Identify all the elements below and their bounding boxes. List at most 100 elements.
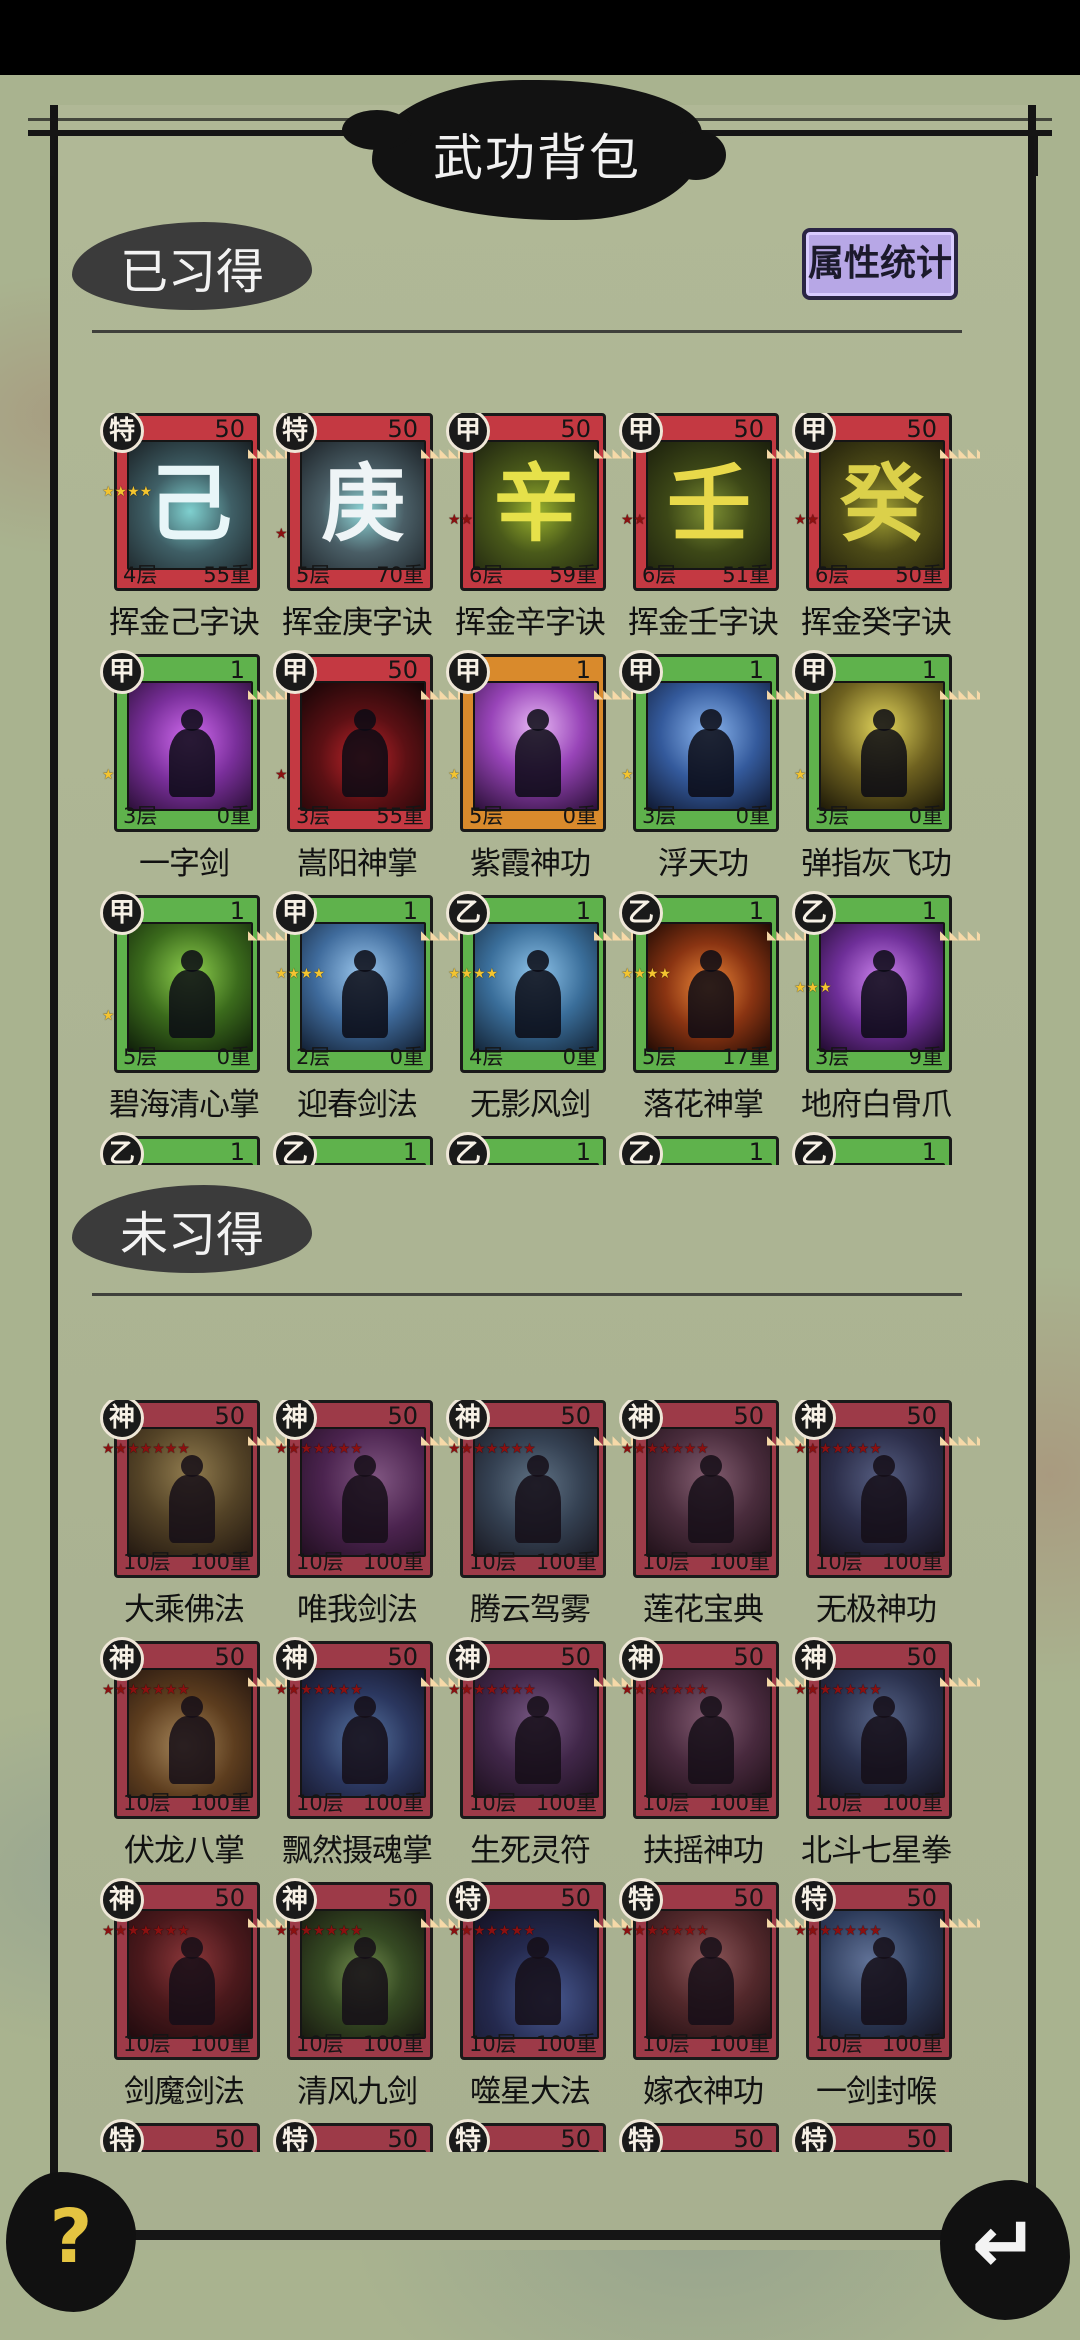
skill-card[interactable]: 壬 50 ◣◣◣◣◣◣ 6层 51重甲 ★★ 挥金壬字诀 bbox=[619, 413, 822, 650]
return-arrow-icon[interactable]: ↵ bbox=[940, 2180, 1070, 2320]
locked-skill-card[interactable]: 50◣◣◣◣◣◣特★★★★★★★ bbox=[273, 2119, 435, 2152]
silhouette-icon bbox=[515, 970, 561, 1038]
skill-level: 1 bbox=[229, 1138, 245, 1165]
skill-card[interactable]: 1◣◣◣◣◣◣ 3层 9重 乙 ★★★ 地府白骨爪 bbox=[792, 891, 980, 1132]
chevron-decoration-icon: ◣◣◣◣◣◣ bbox=[940, 1433, 980, 1447]
skill-name: 碧海清心掌 bbox=[109, 1087, 260, 1123]
locked-skill-card[interactable]: 50◣◣◣◣◣◣10层100重神★★★★★★★唯我剑法 bbox=[273, 1400, 476, 1637]
chevron-decoration-icon: ◣◣◣◣◣◣ bbox=[940, 928, 980, 942]
locked-skill-card[interactable]: 50◣◣◣◣◣◣ 10层 100重 神 ★★★★★★★ 伏龙八掌 bbox=[100, 1637, 303, 1878]
skill-level: 1 bbox=[229, 897, 245, 925]
grade-badge: 乙 bbox=[792, 891, 836, 935]
skill-card[interactable]: 癸50◣◣◣◣◣◣6层50重甲★★挥金癸字诀 bbox=[792, 413, 980, 650]
skill-name: 弹指灰飞功 bbox=[801, 846, 952, 882]
skill-card[interactable]: 1 ◣◣◣◣◣◣ 5层 0重 甲 ★ 碧海清心掌 bbox=[100, 891, 303, 1132]
skill-card[interactable]: 1◣◣◣◣◣◣乙 bbox=[100, 1132, 262, 1165]
locked-skill-card[interactable]: 50◣◣◣◣◣◣ 10层 100重 神 ★★★★★★★ 扶摇神功 bbox=[619, 1637, 822, 1878]
locked-skill-card[interactable]: 50◣◣◣◣◣◣10层100重神★★★★★★★腾云驾雾 bbox=[446, 1400, 649, 1637]
grade-badge: 神 bbox=[273, 1637, 317, 1681]
skill-card[interactable]: 1◣◣◣◣◣◣乙 bbox=[273, 1132, 435, 1165]
locked-skill-card[interactable]: 50◣◣◣◣◣◣ 10层 100重 神 ★★★★★★★ 剑魔剑法 bbox=[100, 1878, 303, 2119]
skill-weight: 0重 bbox=[908, 804, 943, 828]
locked-skill-card[interactable]: 50◣◣◣◣◣◣特★★★★★★★ bbox=[100, 2119, 262, 2152]
chevron-decoration-icon: ◣◣◣◣◣◣ bbox=[594, 1674, 650, 1688]
chevron-decoration-icon: ◣◣◣◣◣◣ bbox=[248, 446, 304, 460]
skill-art bbox=[473, 681, 599, 811]
skill-card[interactable]: 1◣◣◣◣◣◣ 5层 17重 乙 ★★★★ 落花神掌 bbox=[619, 891, 822, 1132]
grade-badge: 特 bbox=[446, 1878, 490, 1922]
skill-name: 扶摇神功 bbox=[643, 1833, 764, 1869]
skill-name: 噬星大法 bbox=[470, 2074, 591, 2110]
page-title: 武功背包 bbox=[433, 129, 641, 187]
grade-badge: 甲 bbox=[792, 650, 836, 694]
skill-card[interactable]: 1◣◣◣◣◣◣乙 bbox=[792, 1132, 954, 1165]
skill-weight: 9重 bbox=[908, 1045, 943, 1069]
skill-card[interactable]: 1 ◣◣◣◣◣◣ 3层 0重 甲 ★ 浮天功 bbox=[619, 650, 822, 891]
skill-name: 唯我剑法 bbox=[297, 1592, 418, 1628]
skill-weight: 0重 bbox=[562, 804, 597, 828]
locked-skill-card[interactable]: 50◣◣◣◣◣◣ 10层 100重 神 ★★★★★★★ 飘然摄魂掌 bbox=[273, 1637, 477, 1878]
skill-weight: 100重 bbox=[708, 2032, 770, 2056]
skill-glyph: 庚 bbox=[320, 455, 405, 553]
silhouette-icon bbox=[354, 950, 376, 972]
grade-badge: 甲 bbox=[100, 650, 144, 694]
skill-weight: 100重 bbox=[881, 1550, 943, 1574]
skill-name: 挥金庚字诀 bbox=[282, 605, 433, 641]
skill-level: 50 bbox=[387, 656, 418, 684]
locked-skill-card[interactable]: 50◣◣◣◣◣◣10层100重神★★★★★★★无极神功 bbox=[792, 1400, 980, 1637]
locked-skill-card[interactable]: 50◣◣◣◣◣◣特★★★★★★★ bbox=[446, 2119, 608, 2152]
skill-level: 50 bbox=[387, 1643, 418, 1671]
silhouette-icon bbox=[342, 729, 388, 797]
chevron-decoration-icon: ◣◣◣◣◣◣ bbox=[421, 1674, 477, 1688]
star-rating-icon: ★★★★ bbox=[621, 967, 671, 981]
learned-skills-grid[interactable]: 己50◣◣◣◣◣◣4层55重特★★★★挥金己字诀庚50◣◣◣◣◣◣5层70重特★… bbox=[100, 413, 980, 1165]
attribute-stats-button[interactable]: 属性统计 bbox=[802, 228, 958, 300]
skill-weight: 0重 bbox=[216, 804, 251, 828]
skill-card[interactable]: 己50◣◣◣◣◣◣4层55重特★★★★挥金己字诀 bbox=[100, 413, 304, 650]
chevron-decoration-icon: ◣◣◣◣◣◣ bbox=[767, 1915, 823, 1929]
skill-card[interactable]: 1 ◣◣◣◣◣◣ 3层 0重 甲 ★ 一字剑 bbox=[100, 650, 303, 891]
skill-card[interactable]: 1◣◣◣◣◣◣乙 bbox=[446, 1132, 608, 1165]
skill-weight: 0重 bbox=[389, 1045, 424, 1069]
skill-card[interactable]: 辛 50 ◣◣◣◣◣◣ 6层 59重甲 ★★ 挥金辛字诀 bbox=[446, 413, 649, 650]
skill-card[interactable]: 1◣◣◣◣◣◣乙 bbox=[619, 1132, 781, 1165]
unlearned-skills-grid[interactable]: 50◣◣◣◣◣◣10层100重神★★★★★★★大乘佛法50◣◣◣◣◣◣10层10… bbox=[100, 1400, 980, 2152]
skill-card[interactable]: 庚 50 ◣◣◣◣◣◣ 5层 70重特 ★ 挥金庚字诀 bbox=[273, 413, 477, 650]
skill-level: 1 bbox=[921, 1138, 937, 1165]
star-rating-icon: ★★★★★★★ bbox=[794, 1442, 882, 1456]
silhouette-icon bbox=[861, 729, 907, 797]
locked-skill-card[interactable]: 50◣◣◣◣◣◣特★★★★★★★ bbox=[619, 2119, 781, 2152]
grade-badge: 神 bbox=[446, 1637, 490, 1681]
star-rating-icon: ★★★★★★★ bbox=[102, 1924, 190, 1938]
locked-skill-card[interactable]: 50◣◣◣◣◣◣10层100重神★★★★★★★大乘佛法 bbox=[100, 1400, 303, 1637]
skill-weight: 100重 bbox=[535, 1550, 597, 1574]
chevron-decoration-icon: ◣◣◣◣◣◣ bbox=[767, 1433, 823, 1447]
silhouette-icon bbox=[873, 950, 895, 972]
grade-badge: 神 bbox=[619, 1637, 663, 1681]
locked-skill-card[interactable]: 50◣◣◣◣◣◣ 10层 100重 特 ★★★★★★★ 一剑封喉 bbox=[792, 1878, 980, 2119]
silhouette-icon bbox=[873, 709, 895, 731]
skill-card[interactable]: 1◣◣◣◣◣◣ 2层 0重 甲 ★★★★ 迎春剑法 bbox=[273, 891, 476, 1132]
locked-skill-card[interactable]: 50◣◣◣◣◣◣ 10层 100重 特 ★★★★★★★ 嫁衣神功 bbox=[619, 1878, 823, 2119]
unlearned-divider bbox=[92, 1293, 962, 1296]
locked-skill-card[interactable]: 50◣◣◣◣◣◣ 10层 100重 神 ★★★★★★★ 生死灵符 bbox=[446, 1637, 650, 1878]
skill-level: 1 bbox=[575, 897, 591, 925]
skill-art bbox=[646, 922, 772, 1052]
skill-name: 生死灵符 bbox=[470, 1833, 591, 1869]
skill-art bbox=[646, 681, 772, 811]
skill-weight: 100重 bbox=[708, 1550, 770, 1574]
locked-skill-card[interactable]: 50◣◣◣◣◣◣ 10层 100重 特 ★★★★★★★ 噬星大法 bbox=[446, 1878, 649, 2119]
locked-skill-card[interactable]: 50◣◣◣◣◣◣10层100重神★★★★★★★莲花宝典 bbox=[619, 1400, 823, 1637]
locked-skill-card[interactable]: 50◣◣◣◣◣◣ 10层 100重 神 ★★★★★★★ 北斗七星拳 bbox=[792, 1637, 980, 1878]
skill-card[interactable]: 50 ◣◣◣◣◣◣ 3层 55重 甲 ★ 嵩阳神掌 bbox=[273, 650, 476, 891]
skill-weight: 100重 bbox=[362, 1791, 424, 1815]
skill-card[interactable]: 1◣◣◣◣◣◣ 3层 0重 甲 ★ 弹指灰飞功 bbox=[792, 650, 980, 891]
star-rating-icon: ★★ bbox=[448, 512, 474, 528]
skill-card[interactable]: 1◣◣◣◣◣◣ 4层 0重 乙 ★★★★ 无影风剑 bbox=[446, 891, 649, 1132]
skill-weight: 100重 bbox=[881, 2032, 943, 2056]
locked-skill-card[interactable]: 50◣◣◣◣◣◣特★★★★★★★ bbox=[792, 2119, 954, 2152]
skill-card[interactable]: 1 ◣◣◣◣◣◣ 5层 0重 甲 ★ 紫霞神功 bbox=[446, 650, 649, 891]
locked-skill-card[interactable]: 50◣◣◣◣◣◣ 10层 100重 神 ★★★★★★★ 清风九剑 bbox=[273, 1878, 476, 2119]
grade-badge: 甲 bbox=[619, 650, 663, 694]
chevron-decoration-icon: ◣◣◣◣◣◣ bbox=[421, 446, 477, 460]
